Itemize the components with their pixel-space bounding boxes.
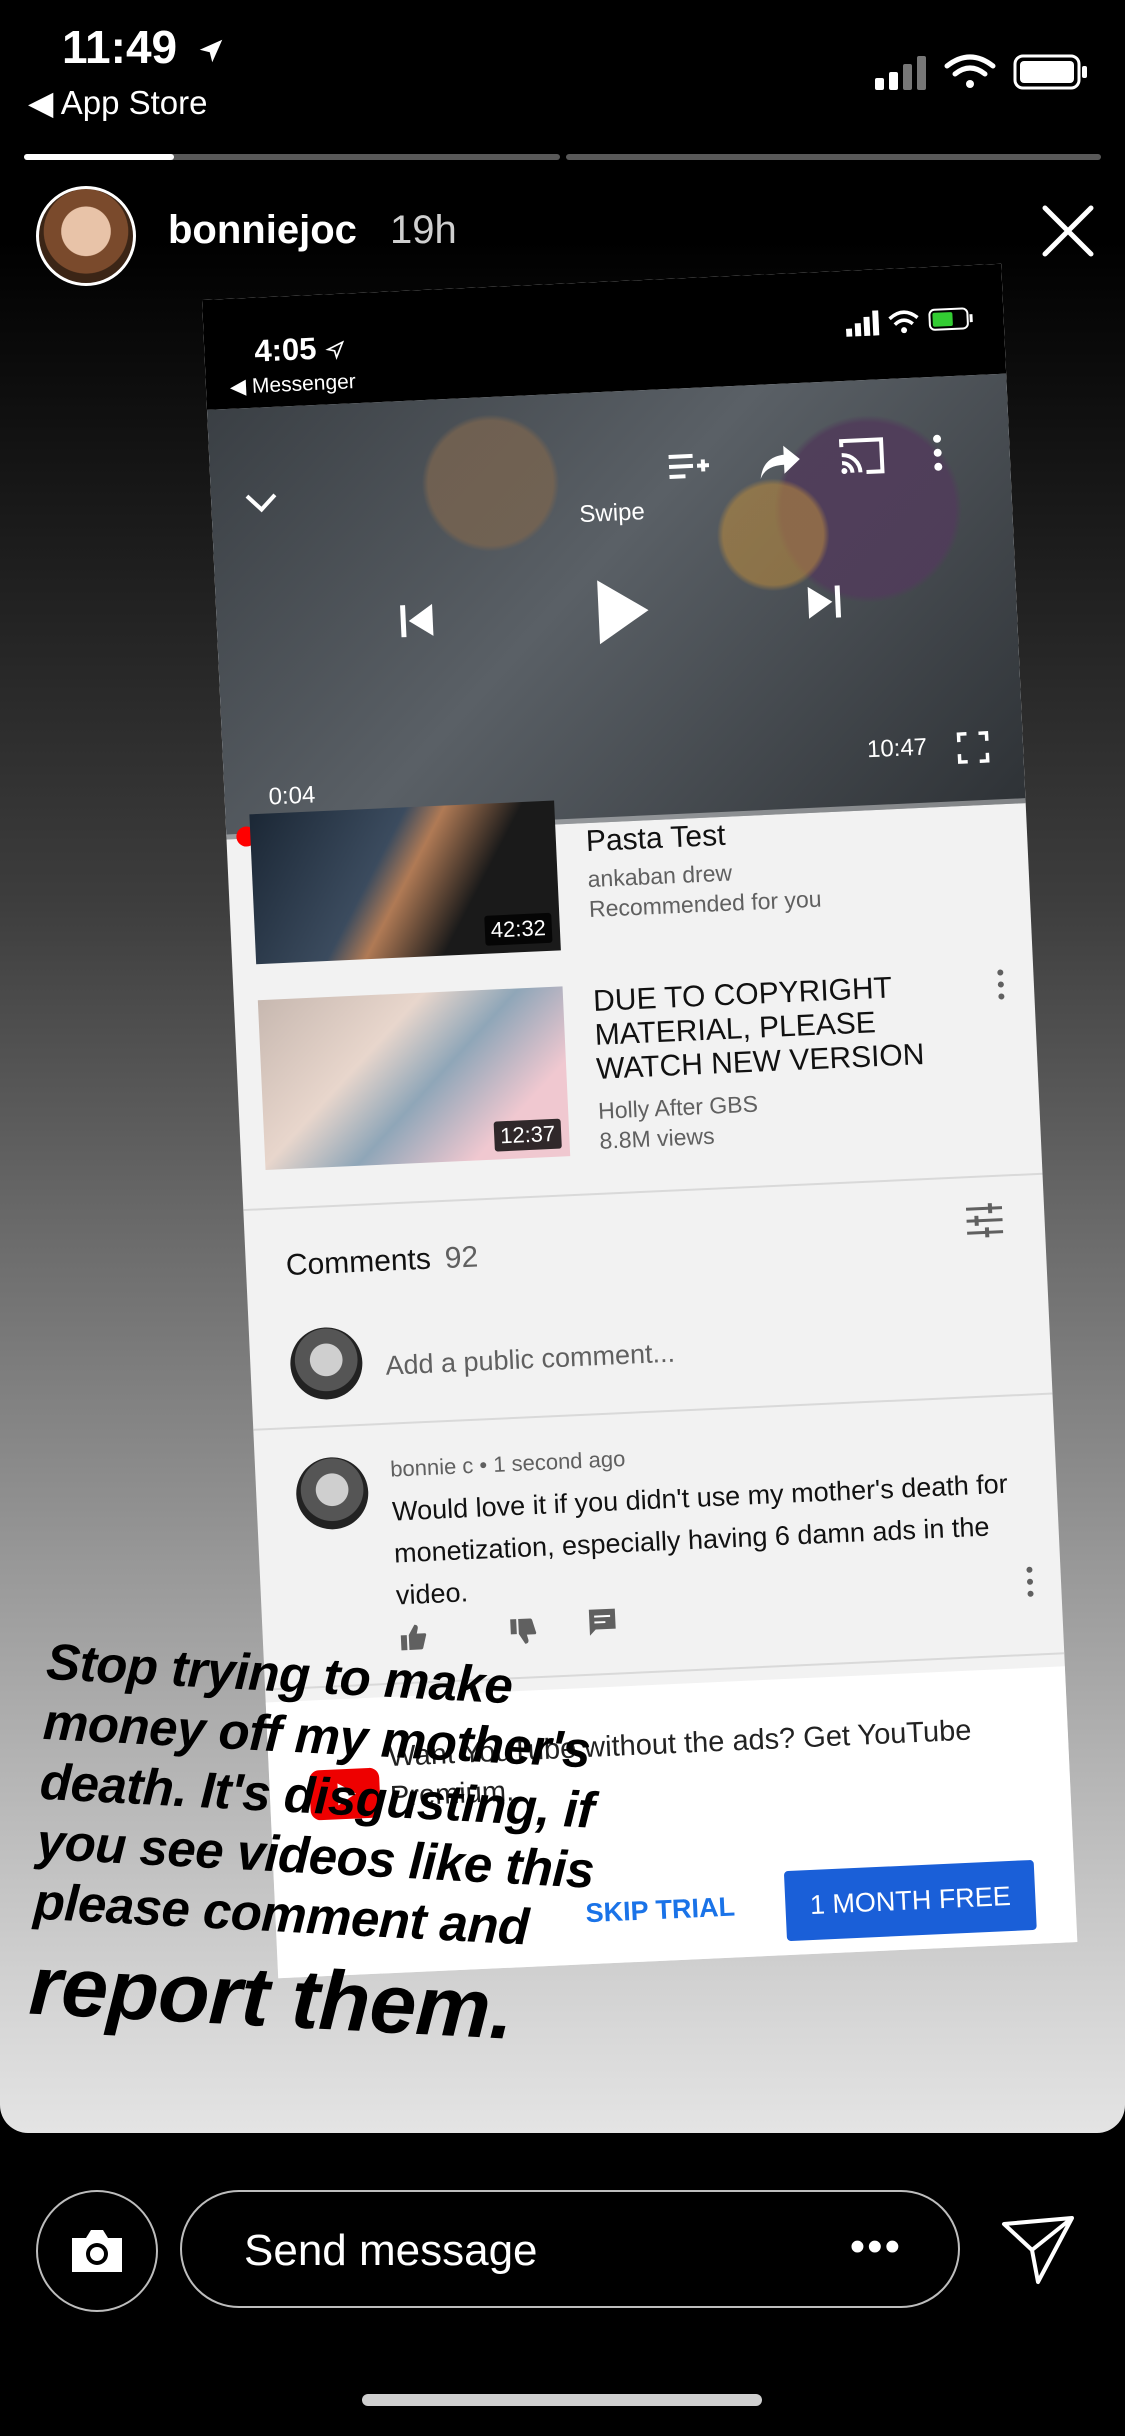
send-message-input[interactable]: Send message ••• <box>180 2190 960 2308</box>
fullscreen-icon[interactable] <box>956 731 990 764</box>
reply-icon[interactable] <box>587 1607 618 1638</box>
comments-label: Comments <box>285 1242 432 1283</box>
story-progress-fill <box>24 154 175 160</box>
location-arrow-icon <box>199 39 223 63</box>
story-progress-1 <box>24 154 560 160</box>
video-thumbnail[interactable]: 12:37 <box>257 986 571 1171</box>
add-comment-input[interactable]: Add a public comment... <box>385 1338 676 1382</box>
story-caption: Stop trying to make money off my mother'… <box>27 1632 727 2069</box>
video-duration: 42:32 <box>484 912 553 946</box>
video-player[interactable]: Swipe 0:04 10:47 <box>206 373 1026 847</box>
username[interactable]: bonniejoc <box>168 208 357 253</box>
more-vert-icon[interactable] <box>931 433 945 474</box>
battery-icon <box>928 307 973 331</box>
video-thumbnail[interactable]: 42:32 <box>249 800 561 965</box>
comments-count: 92 <box>444 1240 479 1275</box>
skip-previous-icon[interactable] <box>396 600 438 642</box>
user-avatar[interactable] <box>36 186 136 286</box>
comment-meta: bonnie c • 1 second ago <box>389 1446 626 1482</box>
send-message-placeholder: Send message <box>244 2226 538 2275</box>
avatar <box>288 1325 364 1402</box>
avatar <box>294 1455 370 1531</box>
inner-time-text: 4:05 <box>253 330 318 369</box>
battery-icon <box>1013 54 1087 90</box>
wifi-icon <box>944 54 996 88</box>
home-indicator <box>362 2394 762 2406</box>
more-vert-icon[interactable] <box>993 966 1009 1007</box>
story-progress-2 <box>566 154 1101 160</box>
close-icon[interactable] <box>1041 204 1095 258</box>
dislike-icon[interactable] <box>507 1616 538 1647</box>
video-duration: 12:37 <box>493 1118 562 1152</box>
like-icon[interactable] <box>397 1621 428 1652</box>
chevron-down-icon[interactable] <box>241 487 282 519</box>
video-title[interactable]: DUE TO COPYRIGHT MATERIAL, PLEASE WATCH … <box>592 968 976 1087</box>
status-time-text: 11:49 <box>62 21 178 73</box>
inner-status-time: 4:05 <box>254 330 346 370</box>
skip-next-icon[interactable] <box>803 581 845 623</box>
camera-icon <box>72 2230 122 2272</box>
back-to-app-store-link[interactable]: ◀ App Store <box>28 83 208 122</box>
video-channel: ankaban drew <box>587 859 733 893</box>
status-time: 11:49 <box>62 20 226 74</box>
more-vert-icon[interactable] <box>1022 1563 1038 1604</box>
cast-icon[interactable] <box>837 435 887 477</box>
camera-button[interactable] <box>36 2190 158 2312</box>
video-meta: 8.8M views <box>598 1122 716 1154</box>
more-options-button[interactable]: ••• <box>850 2222 902 2272</box>
signal-icon <box>845 310 880 337</box>
story-view: 11:49 ◀ App Store bonniejoc 19h 4:05 ◀ M… <box>0 0 1125 2133</box>
video-list-item[interactable]: 12:37 DUE TO COPYRIGHT MATERIAL, PLEASE … <box>257 966 1026 1190</box>
send-icon[interactable] <box>998 2210 1078 2290</box>
comments-header[interactable]: Comments 92 <box>285 1240 479 1283</box>
signal-icon <box>875 56 926 90</box>
elapsed-time: 0:04 <box>268 781 316 811</box>
play-icon[interactable] <box>591 574 654 649</box>
swipe-hint: Swipe <box>578 498 646 529</box>
total-time: 10:47 <box>866 733 928 764</box>
video-channel: Holly After GBS <box>597 1090 759 1124</box>
filter-icon[interactable] <box>964 1200 1006 1242</box>
back-to-messenger-link[interactable]: ◀ Messenger <box>229 369 356 400</box>
video-list-item[interactable]: 42:32 Pasta Test ankaban drew Recommende… <box>249 800 1016 974</box>
divider <box>253 1392 1053 1431</box>
add-queue-icon[interactable] <box>664 447 710 485</box>
comment-text: Would love it if you didn't use my mothe… <box>391 1468 1009 1611</box>
inner-status-icons <box>845 307 973 337</box>
wifi-icon <box>888 310 919 334</box>
share-icon[interactable] <box>757 441 803 481</box>
story-time-ago: 19h <box>390 208 457 252</box>
one-month-free-button[interactable]: 1 MONTH FREE <box>783 1859 1037 1942</box>
location-arrow-icon <box>325 340 344 360</box>
status-icons <box>875 54 1087 90</box>
